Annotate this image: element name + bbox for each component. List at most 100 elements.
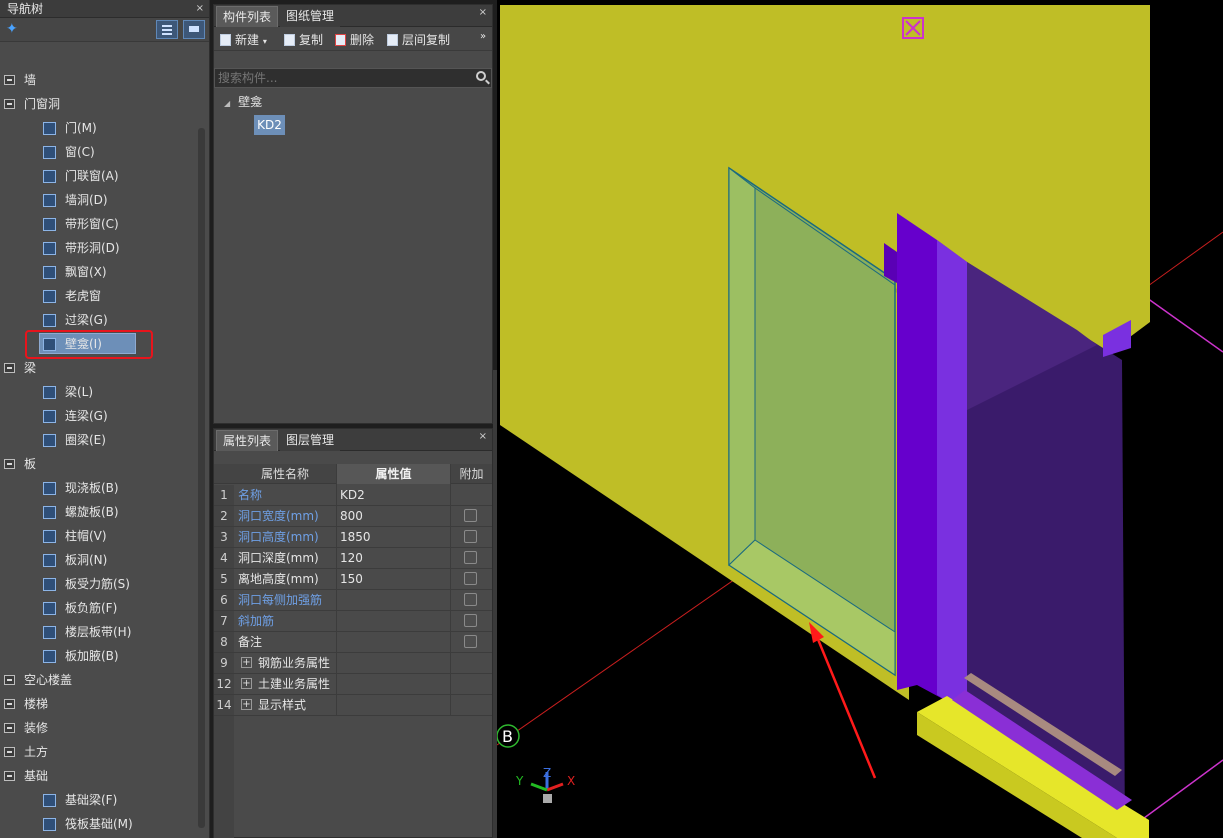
- extra-checkbox[interactable]: [464, 635, 477, 648]
- nav-item[interactable]: 窗(C): [0, 140, 196, 164]
- expand-plus-icon[interactable]: +: [241, 678, 252, 689]
- search-icon[interactable]: [476, 71, 486, 81]
- expand-plus-icon[interactable]: +: [241, 657, 252, 668]
- row-number: 4: [214, 548, 234, 568]
- nav-item[interactable]: 螺旋板(B): [0, 500, 196, 524]
- nav-item[interactable]: 板洞(N): [0, 548, 196, 572]
- expand-icon[interactable]: [4, 75, 15, 85]
- list-view-icon[interactable]: [156, 20, 178, 39]
- extra-checkbox[interactable]: [464, 530, 477, 543]
- tab-layer-management[interactable]: 图层管理: [280, 430, 341, 451]
- nav-item-label: 板受力筋(S): [65, 577, 130, 591]
- property-name: 洞口深度(mm): [238, 551, 319, 565]
- z-axis-label: Z: [543, 766, 551, 780]
- nav-item[interactable]: 筏板基础(M): [0, 812, 196, 836]
- nav-item[interactable]: 板受力筋(S): [0, 572, 196, 596]
- nav-category[interactable]: 装修: [0, 716, 196, 740]
- nav-item-label: 窗(C): [65, 145, 95, 159]
- nav-item[interactable]: 门(M): [0, 116, 196, 140]
- nav-item[interactable]: 带形窗(C): [0, 212, 196, 236]
- collapse-triangle-icon[interactable]: ◢: [224, 99, 230, 108]
- nav-item[interactable]: 带形洞(D): [0, 236, 196, 260]
- extra-checkbox[interactable]: [464, 614, 477, 627]
- collapse-icon[interactable]: [4, 771, 15, 781]
- collapse-icon[interactable]: [4, 363, 15, 373]
- extra-checkbox[interactable]: [464, 572, 477, 585]
- new-button[interactable]: 新建 ▾: [220, 31, 267, 48]
- expand-plus-icon[interactable]: +: [241, 699, 252, 710]
- nav-item[interactable]: 现浇板(B): [0, 476, 196, 500]
- property-close-icon[interactable]: ×: [479, 431, 487, 442]
- delete-button[interactable]: 删除: [335, 31, 374, 48]
- collapse-icon[interactable]: [4, 459, 15, 469]
- component-item-kd2[interactable]: KD2: [254, 115, 285, 135]
- expand-icon[interactable]: [4, 675, 15, 685]
- property-name: 离地高度(mm): [238, 572, 319, 586]
- lintel-icon: [43, 314, 56, 327]
- nav-item[interactable]: 基础梁(F): [0, 788, 196, 812]
- nav-category[interactable]: 基础: [0, 764, 196, 788]
- tab-property-list[interactable]: 属性列表: [216, 430, 279, 451]
- collapse-icon[interactable]: [4, 99, 15, 109]
- tab-component-list[interactable]: 构件列表: [216, 6, 279, 27]
- nav-category[interactable]: 土方: [0, 740, 196, 764]
- tab-drawing-management[interactable]: 图纸管理: [280, 6, 341, 27]
- floor-copy-label: 层间复制: [402, 33, 451, 47]
- floor-copy-button[interactable]: 层间复制: [387, 31, 450, 48]
- nav-panel-title: 导航树 ×: [0, 0, 209, 18]
- component-close-icon[interactable]: ×: [479, 7, 487, 18]
- nav-item-label: 过梁(G): [65, 313, 108, 327]
- nav-category[interactable]: 板: [0, 452, 196, 476]
- nav-category[interactable]: 梁: [0, 356, 196, 380]
- extra-checkbox[interactable]: [464, 593, 477, 606]
- property-value[interactable]: 1850: [340, 527, 371, 547]
- nav-item[interactable]: 圈梁(E): [0, 428, 196, 452]
- nav-item[interactable]: 板负筋(F): [0, 596, 196, 620]
- nav-item[interactable]: 过梁(G): [0, 308, 196, 332]
- expand-icon[interactable]: [4, 747, 15, 757]
- nav-item-label: 连梁(G): [65, 409, 108, 423]
- component-category-label: 壁龛: [238, 95, 263, 109]
- nav-item[interactable]: 墙洞(D): [0, 188, 196, 212]
- 3d-scene[interactable]: B Z X Y: [497, 0, 1223, 838]
- nav-category[interactable]: 楼梯: [0, 692, 196, 716]
- nav-category[interactable]: 墙: [0, 68, 196, 92]
- property-value[interactable]: 150: [340, 569, 363, 589]
- property-value[interactable]: 800: [340, 506, 363, 526]
- property-value[interactable]: KD2: [340, 485, 365, 505]
- more-tools-icon[interactable]: »: [480, 31, 486, 42]
- grid-view-icon[interactable]: [183, 20, 205, 39]
- nav-item[interactable]: 柱帽(V): [0, 524, 196, 548]
- nav-category[interactable]: 门窗洞: [0, 92, 196, 116]
- nav-item[interactable]: 楼层板带(H): [0, 620, 196, 644]
- nav-scrollbar[interactable]: [198, 128, 205, 828]
- nav-item[interactable]: 飘窗(X): [0, 260, 196, 284]
- expand-icon[interactable]: [4, 723, 15, 733]
- extra-checkbox[interactable]: [464, 509, 477, 522]
- row-number: 9: [214, 653, 234, 673]
- nav-item[interactable]: 连梁(G): [0, 404, 196, 428]
- bay-window-icon: [43, 266, 56, 279]
- navigation-tree-panel: 导航树 × ✦ 墙门窗洞 门(M) 窗(C) 门联窗(A) 墙洞(D) 带形窗(C) 带形洞…: [0, 0, 210, 838]
- 3d-viewport[interactable]: B Z X Y: [497, 0, 1223, 838]
- nav-item[interactable]: 门联窗(A): [0, 164, 196, 188]
- nav-close-icon[interactable]: ×: [196, 0, 204, 18]
- nav-item[interactable]: 壁龛(I): [0, 332, 196, 356]
- nav-item[interactable]: 板加腋(B): [0, 644, 196, 668]
- nav-category[interactable]: 空心楼盖: [0, 668, 196, 692]
- expand-icon[interactable]: [4, 699, 15, 709]
- copy-button[interactable]: 复制: [284, 31, 323, 48]
- grid-line: [1146, 297, 1223, 353]
- y-axis-line: [530, 782, 548, 792]
- nav-item-label: 圈梁(E): [65, 433, 106, 447]
- dropdown-arrow-icon[interactable]: ▾: [263, 37, 267, 46]
- component-search-input[interactable]: [214, 68, 492, 88]
- nav-item[interactable]: 老虎窗: [0, 284, 196, 308]
- nav-item[interactable]: 梁(L): [0, 380, 196, 404]
- column-divider: [450, 464, 451, 716]
- extra-checkbox[interactable]: [464, 551, 477, 564]
- property-value[interactable]: 120: [340, 548, 363, 568]
- add-sparkle-icon[interactable]: ✦: [6, 21, 18, 37]
- component-category[interactable]: ◢ 壁龛: [224, 93, 262, 110]
- x-axis-line: [546, 782, 564, 792]
